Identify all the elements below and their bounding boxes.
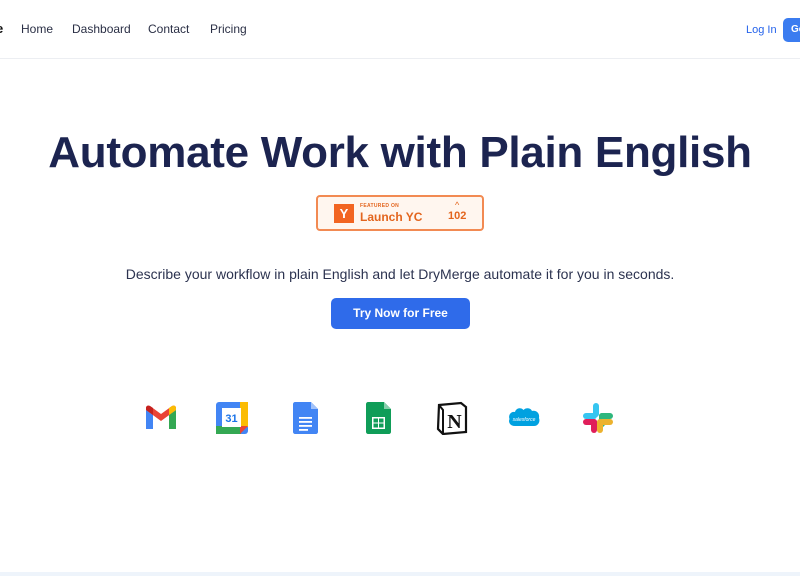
launch-yc-badge[interactable]: Y FEATURED ON Launch YC ^ 102 [316, 195, 484, 231]
nav-dashboard-link[interactable]: Dashboard [72, 22, 131, 36]
hero-title: Automate Work with Plain English [48, 128, 752, 177]
yc-logo-icon: Y [334, 204, 354, 223]
get-started-button[interactable]: Ge [783, 18, 800, 42]
gmail-icon [146, 405, 176, 429]
launch-yc-label: Launch YC [360, 210, 423, 224]
login-link[interactable]: Log In [746, 24, 777, 36]
salesforce-icon: salesforce [509, 408, 540, 426]
brand-logo[interactable]: e [0, 21, 3, 36]
try-now-button[interactable]: Try Now for Free [331, 298, 470, 329]
caret-up-icon: ^ [455, 200, 460, 210]
nav-contact-link[interactable]: Contact [148, 22, 189, 36]
upvote-count: 102 [448, 210, 467, 222]
featured-on-label: FEATURED ON [360, 203, 400, 209]
slack-icon [583, 403, 613, 433]
next-section-edge [0, 572, 800, 576]
nav-pricing-link[interactable]: Pricing [210, 22, 247, 36]
calendar-day-label: 31 [225, 413, 237, 425]
hero-subtitle: Describe your workflow in plain English … [125, 266, 675, 282]
google-docs-icon [293, 402, 318, 434]
nav-home-link[interactable]: Home [21, 22, 53, 36]
salesforce-wordmark: salesforce [513, 417, 536, 423]
notion-icon: N [436, 401, 468, 435]
notion-letter: N [447, 411, 462, 433]
top-navigation: e Home Dashboard Contact Pricing Log In … [0, 0, 800, 59]
google-calendar-icon: 31 [216, 402, 248, 434]
google-sheets-icon [366, 402, 391, 434]
